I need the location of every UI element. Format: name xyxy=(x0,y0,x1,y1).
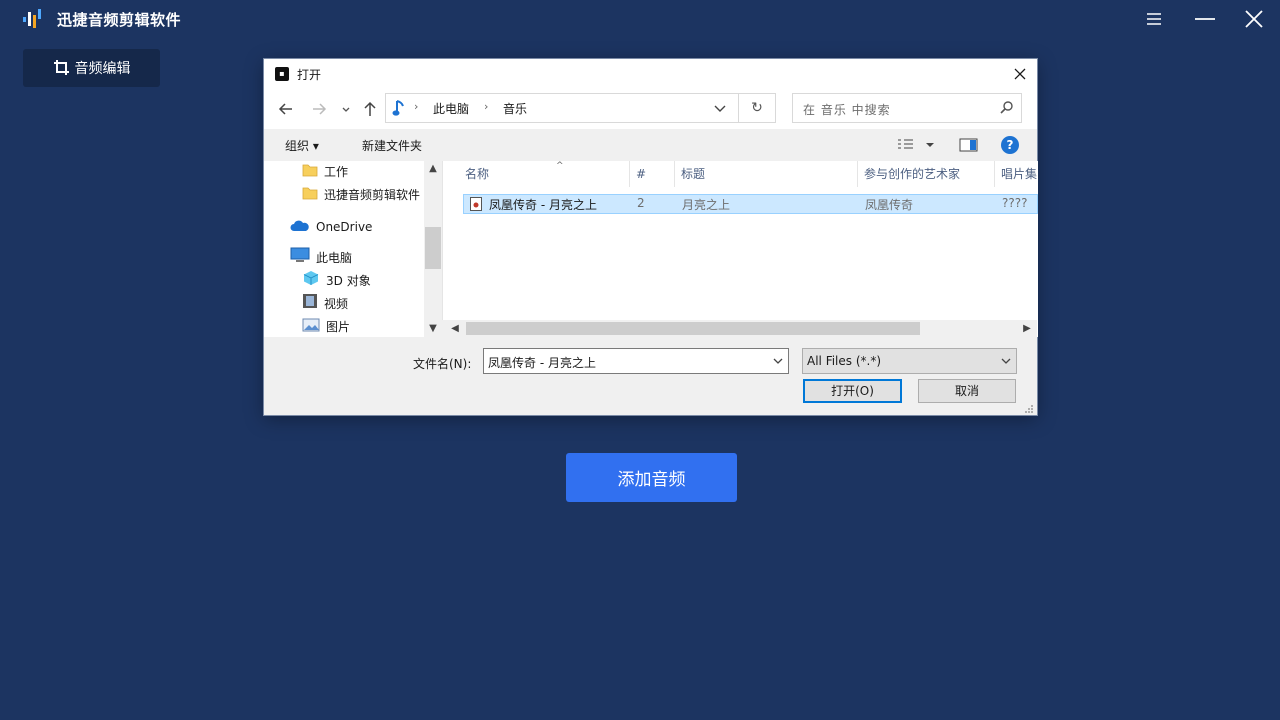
scrollbar-thumb[interactable] xyxy=(466,322,920,335)
file-name-input[interactable]: 凤凰传奇 - 月亮之上 xyxy=(483,348,789,374)
open-button[interactable]: 打开(O) xyxy=(803,379,902,403)
cancel-button[interactable]: 取消 xyxy=(918,379,1016,403)
close-icon[interactable] xyxy=(1243,8,1267,30)
nav-item-work[interactable]: 工作 xyxy=(302,161,348,183)
film-icon xyxy=(302,293,318,316)
column-header-album[interactable]: 唱片集 xyxy=(995,161,1038,187)
dialog-close-icon[interactable] xyxy=(1010,64,1030,84)
cloud-icon xyxy=(290,217,310,239)
file-name-value: 凤凰传奇 - 月亮之上 xyxy=(488,354,596,371)
file-artist-cell: 凤凰传奇 xyxy=(865,196,913,213)
navigation-row: › 此电脑 › 音乐 ↻ 在 音乐 中搜索 xyxy=(264,89,1037,129)
nav-item-this-pc[interactable]: 此电脑 xyxy=(290,247,352,269)
organize-menu[interactable]: 组织 ▾ xyxy=(285,137,319,154)
nav-item-label: 3D 对象 xyxy=(326,274,371,288)
up-arrow-icon[interactable] xyxy=(360,99,380,119)
file-title-cell: 月亮之上 xyxy=(682,196,730,213)
column-header-name[interactable]: 名称 ^ xyxy=(459,161,630,187)
nav-item-videos[interactable]: 视频 xyxy=(302,293,348,315)
back-arrow-icon[interactable] xyxy=(276,99,296,119)
new-folder-button[interactable]: 新建文件夹 xyxy=(362,137,422,154)
nav-item-label: 图片 xyxy=(326,320,350,334)
nav-item-label: 视频 xyxy=(324,297,348,311)
dialog-toolbar: 组织 ▾ 新建文件夹 ? xyxy=(264,129,1037,161)
dialog-app-icon: ▪ xyxy=(275,67,289,81)
minimize-icon[interactable] xyxy=(1193,8,1217,30)
file-number-cell: 2 xyxy=(637,196,645,210)
resize-grip-icon[interactable] xyxy=(1024,403,1034,413)
crop-icon xyxy=(53,59,71,77)
column-header-number[interactable]: # xyxy=(630,161,675,187)
breadcrumb-separator-icon: › xyxy=(484,100,488,113)
audio-edit-tab[interactable]: 音频编辑 xyxy=(23,49,160,87)
view-options-icon[interactable] xyxy=(896,137,938,156)
navigation-pane-scrollbar[interactable]: ▲ ▼ xyxy=(424,161,442,337)
file-list-horizontal-scrollbar[interactable]: ◀ ▶ xyxy=(442,320,1037,337)
preview-pane-icon[interactable] xyxy=(959,137,979,156)
folder-icon xyxy=(302,185,318,207)
address-dropdown-icon[interactable] xyxy=(712,100,728,116)
app-title: 迅捷音频剪辑软件 xyxy=(57,9,181,30)
scrollbar-thumb[interactable] xyxy=(425,227,441,269)
column-header-title[interactable]: 标题 xyxy=(675,161,858,187)
file-name-label: 文件名(N): xyxy=(413,355,471,372)
add-audio-button[interactable]: 添加音频 xyxy=(566,453,737,502)
chevron-down-icon xyxy=(1000,355,1012,370)
file-name-cell: 凤凰传奇 - 月亮之上 xyxy=(489,196,597,213)
column-header-label: 名称 xyxy=(465,167,489,181)
file-list: 名称 ^ # 标题 参与创作的艺术家 唱片集 凤凰传奇 - 月亮之上 2 月亮之… xyxy=(442,161,1038,337)
forward-arrow-icon[interactable] xyxy=(309,99,329,119)
nav-item-pictures[interactable]: 图片 xyxy=(302,316,350,337)
folder-icon xyxy=(302,162,318,184)
dialog-titlebar: ▪ 打开 xyxy=(264,59,1037,89)
nav-item-onedrive[interactable]: OneDrive xyxy=(290,216,372,238)
scroll-down-icon[interactable]: ▼ xyxy=(424,321,442,337)
nav-item-3d-objects[interactable]: 3D 对象 xyxy=(302,270,371,292)
nav-item-label: OneDrive xyxy=(316,220,372,234)
scroll-right-icon[interactable]: ▶ xyxy=(1019,320,1035,337)
recent-locations-chevron-icon[interactable] xyxy=(340,99,352,119)
navigation-pane: 工作 迅捷音频剪辑软件 OneDrive 此电脑 3D 对象 视频 图片 xyxy=(264,161,442,337)
audio-edit-tab-label: 音频编辑 xyxy=(75,58,131,78)
picture-icon xyxy=(302,317,320,338)
refresh-icon[interactable]: ↻ xyxy=(739,93,776,123)
nav-item-label: 迅捷音频剪辑软件 xyxy=(324,188,420,202)
file-type-value: All Files (*.*) xyxy=(807,354,881,368)
help-icon[interactable]: ? xyxy=(1001,136,1019,154)
app-logo-icon xyxy=(22,8,48,30)
sort-ascending-icon: ^ xyxy=(556,161,564,179)
breadcrumb-this-pc[interactable]: 此电脑 xyxy=(433,100,469,117)
scroll-up-icon[interactable]: ▲ xyxy=(424,161,442,177)
computer-icon xyxy=(290,247,310,270)
music-note-icon xyxy=(392,99,406,120)
audio-file-icon xyxy=(470,197,482,214)
nav-item-label: 工作 xyxy=(324,165,348,179)
chevron-down-icon[interactable] xyxy=(772,355,784,370)
file-album-cell: ???? xyxy=(1002,196,1027,210)
nav-item-label: 此电脑 xyxy=(316,251,352,265)
search-input[interactable]: 在 音乐 中搜索 xyxy=(792,93,1022,123)
dialog-title: 打开 xyxy=(297,66,321,83)
scroll-left-icon[interactable]: ◀ xyxy=(447,320,463,337)
search-icon xyxy=(999,100,1015,119)
file-type-select[interactable]: All Files (*.*) xyxy=(802,348,1017,374)
column-header-artist[interactable]: 参与创作的艺术家 xyxy=(858,161,995,187)
breadcrumb-music[interactable]: 音乐 xyxy=(503,100,527,117)
search-placeholder: 在 音乐 中搜索 xyxy=(803,101,891,118)
breadcrumb-separator-icon: › xyxy=(414,100,418,113)
open-file-dialog: ▪ 打开 › 此电脑 › 音乐 ↻ xyxy=(264,59,1037,415)
cube-icon xyxy=(302,270,320,293)
address-bar[interactable]: › 此电脑 › 音乐 xyxy=(385,93,739,123)
file-row[interactable]: 凤凰传奇 - 月亮之上 2 月亮之上 凤凰传奇 ???? xyxy=(463,194,1038,214)
menu-icon[interactable] xyxy=(1143,8,1167,30)
nav-item-xunjie-folder[interactable]: 迅捷音频剪辑软件 xyxy=(302,184,420,206)
